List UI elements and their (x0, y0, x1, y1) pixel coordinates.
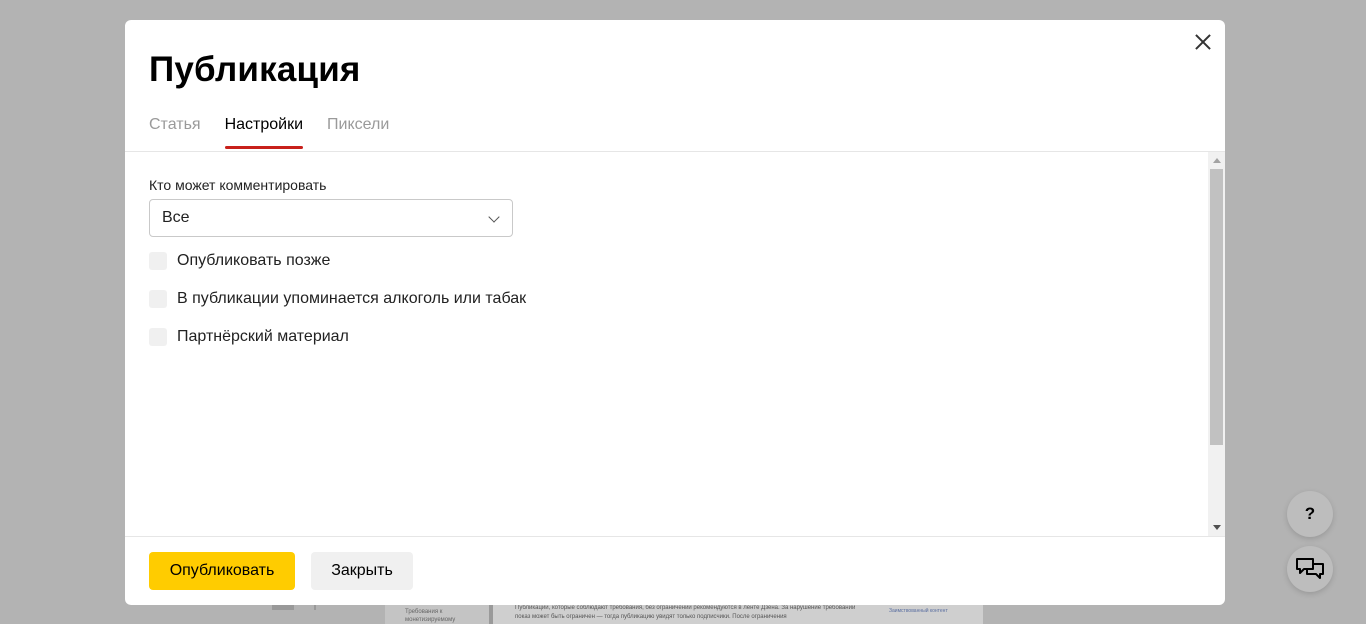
modal-title: Публикация (149, 50, 361, 89)
chevron-down-icon (488, 211, 500, 223)
help-button[interactable]: ? (1287, 491, 1333, 537)
background-right-link: Заимствованный контент (889, 608, 948, 614)
publish-button[interactable]: Опубликовать (149, 552, 295, 590)
modal-footer: Опубликовать Закрыть (149, 552, 413, 590)
checkbox-publish-later-box[interactable] (149, 252, 167, 270)
close-icon[interactable] (1193, 32, 1213, 52)
checkbox-alcohol-tobacco-box[interactable] (149, 290, 167, 308)
comments-select[interactable]: Все (149, 199, 513, 237)
checkbox-alcohol-tobacco[interactable]: В публикации упоминается алкоголь или та… (149, 285, 526, 313)
scroll-down-icon[interactable] (1213, 525, 1221, 530)
scroll-up-icon[interactable] (1213, 158, 1221, 163)
tab-article[interactable]: Статья (149, 116, 201, 149)
comments-select-value: Все (162, 209, 190, 226)
chat-icon (1296, 558, 1324, 579)
close-button[interactable]: Закрыть (311, 552, 413, 590)
checkbox-partner-material-label: Партнёрский материал (177, 328, 349, 345)
content-scrollbar[interactable] (1208, 152, 1225, 536)
checkbox-alcohol-tobacco-label: В публикации упоминается алкоголь или та… (177, 290, 527, 307)
tab-settings[interactable]: Настройки (224, 116, 304, 149)
footer-divider (125, 536, 1225, 537)
help-icon: ? (1304, 504, 1316, 523)
scroll-thumb[interactable] (1210, 169, 1223, 445)
chat-button[interactable] (1287, 546, 1333, 592)
checkbox-publish-later[interactable]: Опубликовать позже (149, 247, 526, 275)
header-divider (125, 151, 1225, 152)
settings-content: Кто может комментировать Все Опубликоват… (149, 177, 526, 351)
background-main-text: Публикации, которые соблюдают требования… (515, 605, 856, 620)
checkbox-partner-material-box[interactable] (149, 328, 167, 346)
publication-modal: Публикация Статья Настройки Пиксели Кто … (125, 20, 1225, 605)
checkbox-publish-later-label: Опубликовать позже (177, 252, 331, 269)
comments-label: Кто может комментировать (149, 177, 327, 193)
background-sidebar-text: Требования к монетизируемому (405, 609, 456, 623)
modal-tabs: Статья Настройки Пиксели (149, 116, 389, 149)
tab-pixels[interactable]: Пиксели (327, 116, 389, 149)
checkbox-partner-material[interactable]: Партнёрский материал (149, 323, 526, 351)
